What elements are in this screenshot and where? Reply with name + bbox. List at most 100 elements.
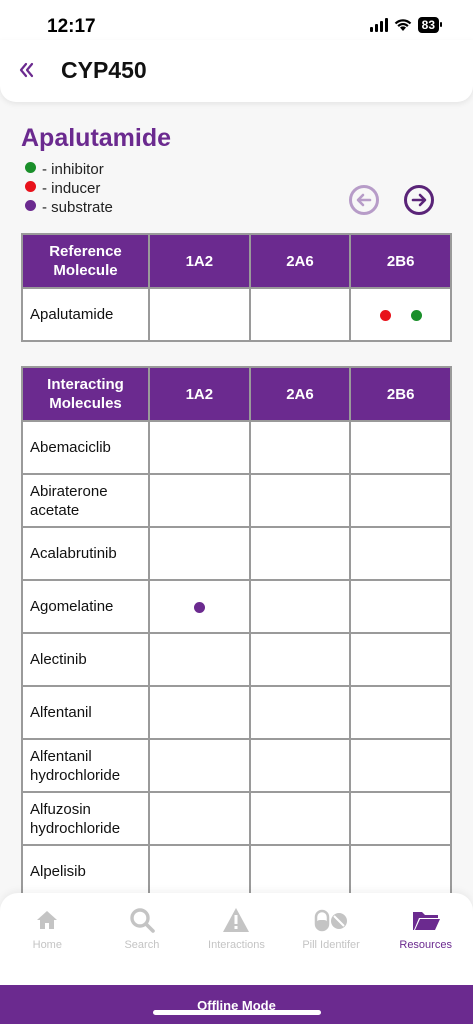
legend-item: - inhibitor xyxy=(25,160,113,179)
enzyme-cell xyxy=(349,685,452,740)
enzyme-cell xyxy=(148,844,251,899)
legend: - inhibitor - inducer - substrate xyxy=(25,160,113,217)
enzyme-cell xyxy=(148,287,251,342)
search-icon xyxy=(129,905,155,935)
column-header-molecule: Reference Molecule xyxy=(21,233,150,289)
table-row[interactable]: Abiraterone acetate xyxy=(21,473,452,528)
enzyme-cell xyxy=(148,791,251,846)
nav-item-interactions[interactable]: Interactions xyxy=(189,893,284,985)
interacting-molecules-table: Interacting Molecules 1A2 2A6 2B6 Abemacicl… xyxy=(21,366,452,899)
legend-label: - inducer xyxy=(42,180,101,197)
nav-item-pill-identifer[interactable]: Pill Identifer xyxy=(284,893,379,985)
enzyme-cell xyxy=(248,632,352,687)
home-indicator[interactable] xyxy=(153,1010,321,1015)
inhibitor-dot xyxy=(410,309,422,321)
enzyme-cell xyxy=(349,632,452,687)
previous-page-button[interactable] xyxy=(349,185,379,215)
molecule-name: Alpelisib xyxy=(21,844,150,899)
table-row[interactable]: Apalutamide xyxy=(21,287,452,342)
double-chevron-left-icon xyxy=(19,62,34,78)
enzyme-cell xyxy=(148,579,251,634)
molecule-name: Agomelatine xyxy=(21,579,150,634)
enzyme-cell xyxy=(349,579,452,634)
bottom-navigation: Home Search Interactions Pill Identifer Reso… xyxy=(0,893,473,985)
column-header-1a2: 1A2 xyxy=(148,366,251,422)
table-row[interactable]: Agomelatine xyxy=(21,579,452,634)
legend-item: - substrate xyxy=(25,198,113,217)
arrow-right-circle-icon xyxy=(411,193,427,207)
column-header-molecule: Interacting Molecules xyxy=(21,366,150,422)
column-header-2a6: 2A6 xyxy=(248,366,352,422)
enzyme-cell xyxy=(349,844,452,899)
table-row[interactable]: Abemaciclib xyxy=(21,420,452,475)
folder-icon xyxy=(411,905,441,935)
enzyme-cell xyxy=(248,685,352,740)
table-row[interactable]: Alfentanil hydrochloride xyxy=(21,738,452,793)
next-page-button[interactable] xyxy=(404,185,434,215)
molecule-name: Alectinib xyxy=(21,632,150,687)
app-header: CYP450 xyxy=(0,40,473,102)
molecule-name: Abemaciclib xyxy=(21,420,150,475)
legend-label: - inhibitor xyxy=(42,161,104,178)
column-header-1a2: 1A2 xyxy=(148,233,251,289)
battery-indicator: 83 xyxy=(417,17,443,33)
molecule-name: Alfentanil xyxy=(21,685,150,740)
nav-label: Interactions xyxy=(208,939,265,951)
molecule-name: Apalutamide xyxy=(21,287,150,342)
enzyme-cell xyxy=(248,791,352,846)
table-row[interactable]: Alpelisib xyxy=(21,844,452,899)
back-button[interactable] xyxy=(18,54,34,84)
enzyme-cell xyxy=(148,632,251,687)
nav-label: Search xyxy=(124,939,160,951)
column-header-2b6: 2B6 xyxy=(349,233,452,289)
legend-dot xyxy=(25,181,36,192)
nav-item-search[interactable]: Search xyxy=(95,893,190,985)
enzyme-cell xyxy=(248,738,352,793)
legend-dot xyxy=(25,200,36,211)
signal-icon xyxy=(369,18,388,32)
enzyme-cell xyxy=(248,526,352,581)
enzyme-cell xyxy=(148,738,251,793)
enzyme-cell xyxy=(349,791,452,846)
table-row[interactable]: Alfuzosin hydrochloride xyxy=(21,791,452,846)
enzyme-cell xyxy=(349,738,452,793)
column-header-2b6: 2B6 xyxy=(349,366,452,422)
warning-icon xyxy=(222,905,250,935)
enzyme-cell xyxy=(148,526,251,581)
nav-item-resources[interactable]: Resources xyxy=(378,893,473,985)
reference-molecule-table: Reference Molecule 1A2 2A6 2B6 Apalutamide xyxy=(21,233,452,342)
enzyme-cell xyxy=(148,473,251,528)
legend-dot xyxy=(25,162,36,173)
substrate-dot xyxy=(193,601,205,613)
pill-icon xyxy=(314,905,348,935)
enzyme-cell xyxy=(148,420,251,475)
enzyme-cell xyxy=(349,287,452,342)
nav-label: Home xyxy=(32,939,62,951)
nav-label: Pill Identifer xyxy=(302,939,360,951)
legend-label: - substrate xyxy=(42,199,113,216)
enzyme-cell xyxy=(248,473,352,528)
column-header-2a6: 2A6 xyxy=(248,233,352,289)
offline-banner: Offline Mode xyxy=(0,985,473,1024)
table-row[interactable]: Alfentanil xyxy=(21,685,452,740)
enzyme-cell xyxy=(248,579,352,634)
enzyme-cell xyxy=(349,420,452,475)
molecule-name: Abiraterone acetate xyxy=(21,473,150,528)
arrow-left-circle-icon xyxy=(356,193,372,207)
page-title: CYP450 xyxy=(61,57,147,83)
drug-title: Apalutamide xyxy=(21,124,172,152)
enzyme-cell xyxy=(248,844,352,899)
table-row[interactable]: Acalabrutinib xyxy=(21,526,452,581)
nav-item-home[interactable]: Home xyxy=(0,893,95,985)
status-icons: 83 xyxy=(369,17,443,33)
home-icon xyxy=(35,905,59,935)
enzyme-cell xyxy=(148,685,251,740)
wifi-icon xyxy=(394,19,411,31)
molecule-name: Acalabrutinib xyxy=(21,526,150,581)
molecule-name: Alfentanil hydrochloride xyxy=(21,738,150,793)
status-time: 12:17 xyxy=(47,16,96,37)
table-row[interactable]: Alectinib xyxy=(21,632,452,687)
molecule-name: Alfuzosin hydrochloride xyxy=(21,791,150,846)
inducer-dot xyxy=(379,309,391,321)
enzyme-cell xyxy=(349,526,452,581)
